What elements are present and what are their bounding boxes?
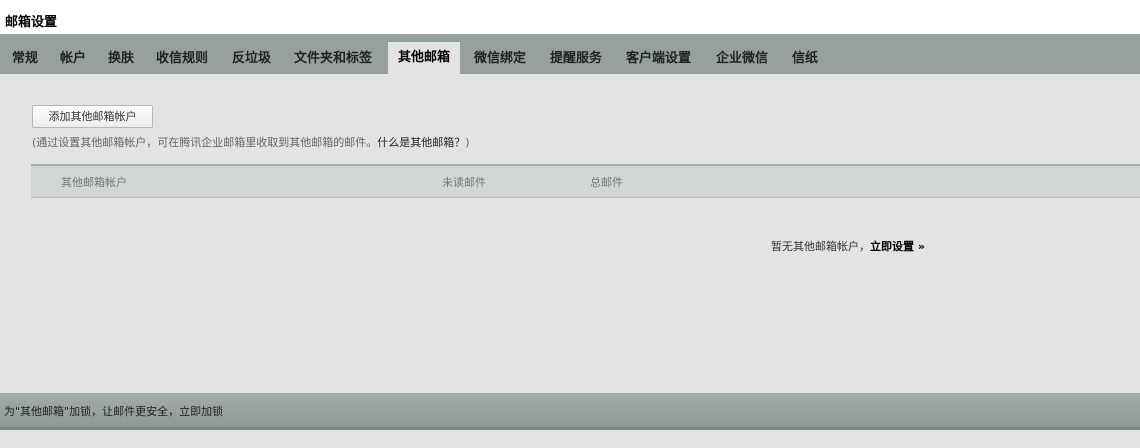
add-other-mailbox-button[interactable]: 添加其他邮箱帐户	[32, 105, 153, 128]
tab-receive-rules[interactable]: 收信规则	[156, 44, 208, 74]
tab-reminder[interactable]: 提醒服务	[550, 44, 602, 74]
description-suffix: )	[465, 136, 470, 149]
empty-state-text: 暂无其他邮箱帐户，	[771, 240, 870, 253]
description-prefix: (通过设置其他邮箱帐户，可在腾讯企业邮箱里收取到其他邮箱的邮件。	[32, 136, 378, 149]
lock-promo-prefix: 为"其他邮箱"加锁，让邮件更安全，	[4, 405, 180, 418]
lock-promo-bar: 为"其他邮箱"加锁，让邮件更安全，立即加锁	[0, 393, 1140, 430]
page-title: 邮箱设置	[5, 15, 58, 30]
setup-now-link[interactable]: 立即设置 »	[870, 240, 925, 253]
description-text: (通过设置其他邮箱帐户，可在腾讯企业邮箱里收取到其他邮箱的邮件。什么是其他邮箱？…	[32, 134, 470, 150]
tab-stationery[interactable]: 信纸	[792, 44, 818, 74]
tab-folders-labels[interactable]: 文件夹和标签	[294, 44, 372, 74]
tab-other-mailbox[interactable]: 其他邮箱	[388, 42, 461, 74]
settings-page: 邮箱设置 常规 帐户 换肤 收信规则 反垃圾 文件夹和标签 其他邮箱 微信绑定 …	[0, 0, 1140, 448]
tab-skin[interactable]: 换肤	[108, 44, 134, 74]
column-header-account: 其他邮箱帐户	[61, 176, 127, 189]
lock-promo-text: 为"其他邮箱"加锁，让邮件更安全，立即加锁	[4, 403, 223, 419]
other-mailbox-panel: 添加其他邮箱帐户 (通过设置其他邮箱帐户，可在腾讯企业邮箱里收取到其他邮箱的邮件…	[0, 74, 1140, 393]
tab-anti-spam[interactable]: 反垃圾	[232, 44, 271, 74]
empty-state-message: 暂无其他邮箱帐户，立即设置 »	[771, 238, 925, 254]
tab-client-settings[interactable]: 客户端设置	[626, 44, 691, 74]
tab-account[interactable]: 帐户	[60, 44, 86, 74]
tab-general[interactable]: 常规	[12, 44, 38, 74]
bottom-strip	[0, 430, 1140, 448]
column-header-total: 总邮件	[590, 176, 623, 189]
tab-wechat-binding[interactable]: 微信绑定	[474, 44, 526, 74]
settings-tab-bar: 常规 帐户 换肤 收信规则 反垃圾 文件夹和标签 其他邮箱 微信绑定 提醒服务 …	[0, 34, 1140, 74]
column-header-unread: 未读邮件	[442, 176, 486, 189]
what-is-other-mailbox-link[interactable]: 什么是其他邮箱？	[377, 136, 465, 149]
tab-enterprise-wechat[interactable]: 企业微信	[716, 44, 768, 74]
mailbox-table-header: 其他邮箱帐户 未读邮件 总邮件	[31, 164, 1140, 198]
lock-now-link[interactable]: 立即加锁	[179, 405, 223, 418]
